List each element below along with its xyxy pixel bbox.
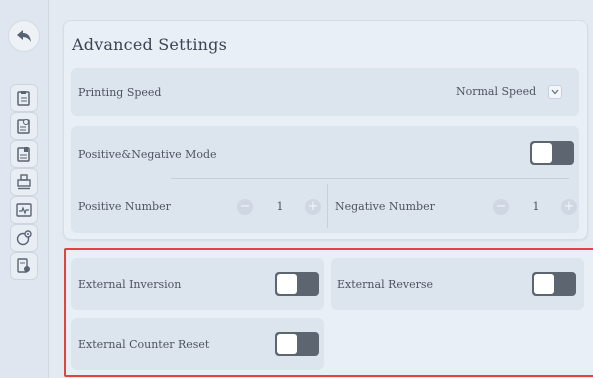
waveform-icon [16,203,32,217]
plus-icon[interactable]: + [305,199,321,215]
negative-number-value: 1 [532,200,540,213]
toggle-knob [277,274,297,294]
minus-icon[interactable]: − [493,199,509,215]
sidebar-item-tag[interactable] [10,252,38,280]
divider [171,178,569,179]
back-button[interactable] [8,20,40,52]
advanced-settings-panel: Advanced Settings Printing Speed Normal … [63,20,588,240]
positive-number-value: 1 [276,200,284,213]
external-counter-reset-label: External Counter Reset [78,338,210,351]
chevron-down-icon[interactable] [548,85,562,99]
back-arrow-icon [16,29,32,43]
pn-mode-label: Positive&Negative Mode [78,148,217,161]
divider [327,184,328,228]
external-inversion-label: External Inversion [78,278,182,291]
settings-doc-icon [17,118,31,134]
doc-list-icon [17,146,31,162]
negative-number-stepper[interactable]: − 1 + [493,199,579,217]
negative-number-label: Negative Number [335,200,435,213]
sidebar [0,0,49,378]
external-reverse-row: External Reverse [331,258,584,310]
minus-icon[interactable]: − [237,199,253,215]
tag-icon [17,258,31,274]
printing-speed-label: Printing Speed [78,86,162,99]
sidebar-item-printer[interactable] [10,168,38,196]
printer-icon [17,174,31,190]
sidebar-item-document[interactable] [10,84,38,112]
panel-title: Advanced Settings [72,35,228,54]
external-reverse-label: External Reverse [337,278,434,291]
external-counter-reset-toggle[interactable] [275,332,319,356]
document-icon [17,90,31,106]
pn-mode-toggle[interactable] [530,141,574,165]
external-reverse-toggle[interactable] [532,272,576,296]
external-inversion-row: External Inversion [71,258,324,310]
toggle-knob [277,334,297,354]
printing-speed-value: Normal Speed [456,85,537,98]
printing-speed-select[interactable]: Normal Speed [446,81,566,103]
printing-speed-row: Printing Speed Normal Speed [71,68,579,116]
external-settings-panel: External Inversion External Reverse Exte… [64,248,593,377]
toggle-knob [534,274,554,294]
positive-number-stepper[interactable]: − 1 + [237,199,323,217]
plus-icon[interactable]: + [561,199,577,215]
positive-negative-row: Positive&Negative Mode Positive Number −… [71,126,579,233]
toggle-knob [532,143,552,163]
sidebar-item-waveform[interactable] [10,196,38,224]
external-counter-reset-row: External Counter Reset [71,318,324,370]
sidebar-item-settings-doc[interactable] [10,112,38,140]
sidebar-item-network[interactable] [10,224,38,252]
sidebar-item-doc-list[interactable] [10,140,38,168]
external-inversion-toggle[interactable] [275,272,319,296]
positive-number-label: Positive Number [78,200,171,213]
network-gear-icon [16,230,32,246]
